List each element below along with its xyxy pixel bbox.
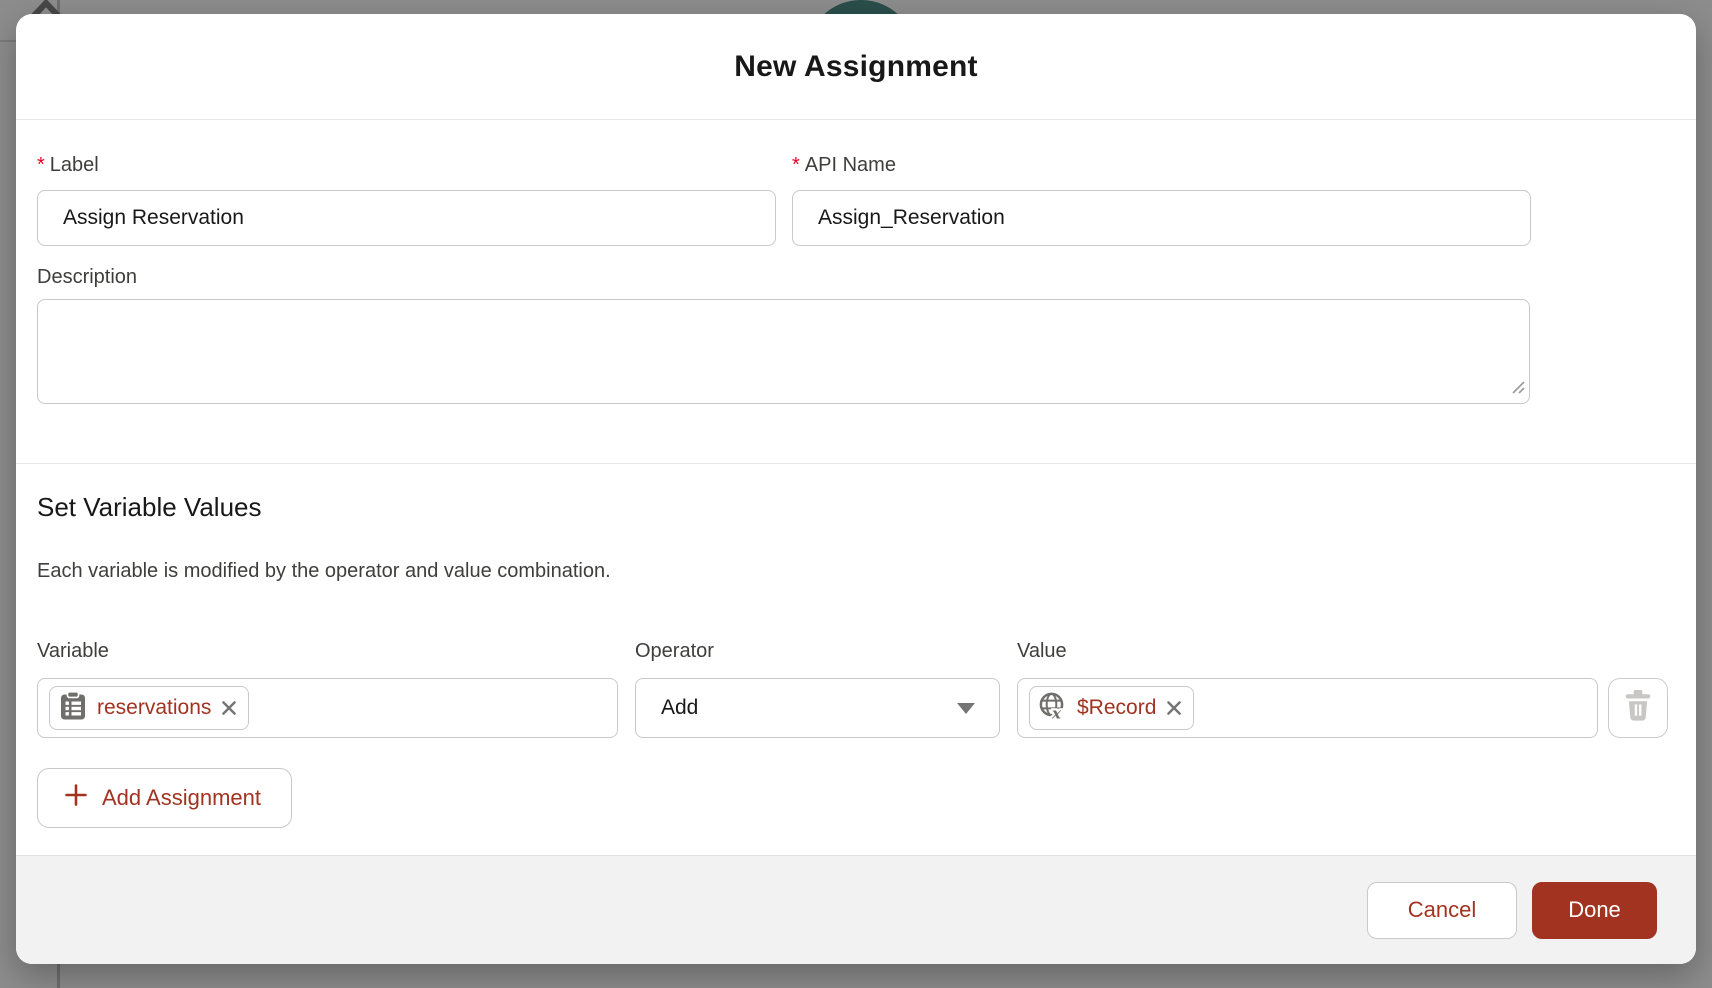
required-asterisk: *	[37, 154, 45, 176]
api-name-input[interactable]	[792, 190, 1531, 246]
modal-footer: Cancel Done	[16, 855, 1696, 964]
chevron-down-icon	[957, 703, 975, 714]
required-asterisk: *	[792, 154, 800, 176]
value-column-label: Value	[1017, 640, 1067, 663]
plus-icon	[64, 783, 88, 813]
add-assignment-button[interactable]: Add Assignment	[37, 768, 292, 828]
set-variable-values-description: Each variable is modified by the operato…	[37, 560, 611, 583]
global-variable-icon: x	[1038, 691, 1068, 726]
operator-selected-value: Add	[661, 696, 957, 720]
add-assignment-label: Add Assignment	[102, 785, 261, 811]
description-textarea[interactable]	[37, 299, 1530, 404]
close-icon[interactable]	[1165, 699, 1183, 717]
variable-combobox[interactable]: reservations	[37, 678, 618, 738]
variable-column-label: Variable	[37, 640, 109, 663]
trash-icon	[1623, 689, 1653, 727]
modal-title: New Assignment	[734, 50, 977, 84]
description-field-label: Description	[37, 266, 137, 289]
resize-handle[interactable]	[1510, 379, 1525, 399]
delete-assignment-button[interactable]	[1608, 678, 1668, 738]
operator-select[interactable]: Add	[635, 678, 1000, 738]
record-collection-icon	[58, 691, 88, 726]
modal-header: New Assignment	[16, 14, 1696, 120]
description-field	[37, 299, 1530, 404]
done-button[interactable]: Done	[1532, 882, 1657, 939]
label-input[interactable]	[37, 190, 776, 246]
section-divider	[16, 463, 1696, 464]
close-icon[interactable]	[220, 699, 238, 717]
set-variable-values-heading: Set Variable Values	[37, 492, 262, 523]
variable-pill[interactable]: reservations	[49, 686, 249, 730]
value-pill[interactable]: x $Record	[1029, 686, 1194, 730]
operator-column-label: Operator	[635, 640, 714, 663]
cancel-button[interactable]: Cancel	[1367, 882, 1517, 939]
value-combobox[interactable]: x $Record	[1017, 678, 1598, 738]
api-name-field-label: *API Name	[792, 154, 896, 177]
variable-pill-label: reservations	[97, 696, 211, 720]
value-pill-label: $Record	[1077, 696, 1156, 720]
label-field-label: *Label	[37, 154, 99, 177]
svg-text:x: x	[1051, 704, 1062, 721]
new-assignment-modal: New Assignment *Label *API Name Descript…	[16, 14, 1696, 964]
